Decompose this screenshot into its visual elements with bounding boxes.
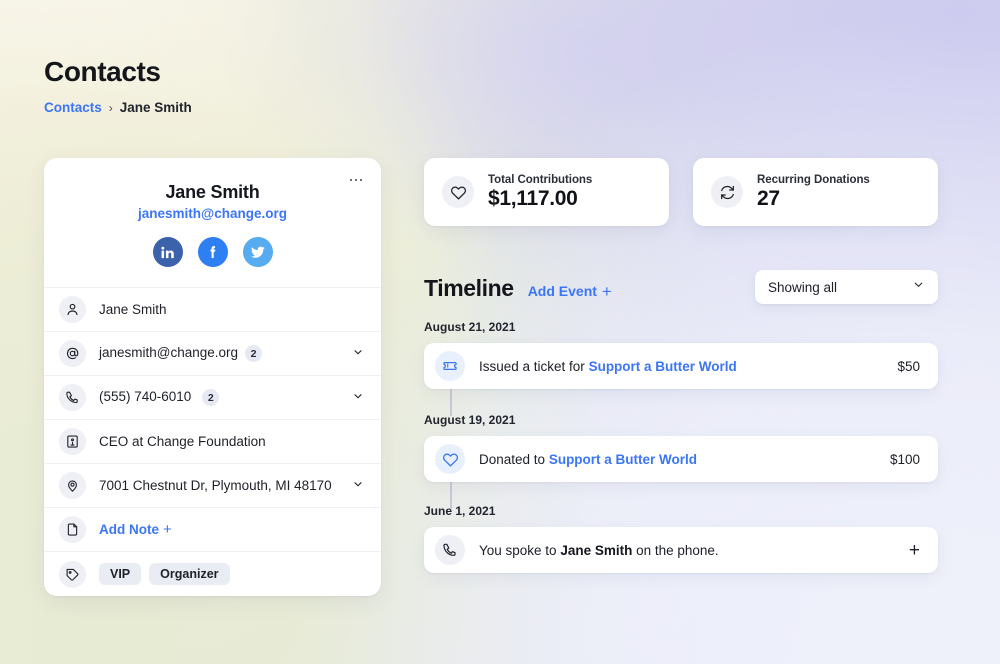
chevron-down-icon[interactable] (352, 389, 364, 407)
email-count-badge: 2 (245, 345, 263, 362)
event-link[interactable]: Support a Butter World (589, 359, 737, 374)
stat-card-total-contributions: Total Contributions $1,117.00 (424, 158, 669, 226)
event-text-before: You spoke to (479, 542, 561, 558)
stat-text-group: Recurring Donations 27 (757, 174, 870, 211)
tag-chip-organizer[interactable]: Organizer (149, 563, 230, 585)
add-event-button[interactable]: Add Event + (528, 283, 612, 300)
expand-event-plus-icon[interactable]: + (909, 541, 920, 560)
contact-row-company[interactable]: CEO at Change Foundation (44, 420, 381, 464)
timeline-event-text: Donated to Support a Butter World (479, 452, 876, 467)
contact-row-email-value: janesmith@change.org 2 (99, 345, 263, 362)
add-note-label: Add Note (99, 522, 159, 537)
stat-value: $1,117.00 (488, 186, 578, 210)
facebook-icon[interactable] (197, 237, 228, 267)
timeline-event-amount: $100 (889, 451, 920, 467)
plus-icon: + (163, 521, 172, 538)
timeline-event-text: You spoke to Jane Smith on the phone. (479, 543, 895, 558)
chevron-down-icon (912, 278, 925, 296)
timeline-date-label: June 1, 2021 (424, 504, 496, 518)
stat-label: Total Contributions (488, 173, 593, 186)
timeline-title: Timeline (424, 275, 514, 301)
plus-icon: + (601, 281, 612, 301)
timeline-event-text: Issued a ticket for Support a Butter Wor… (479, 359, 883, 374)
building-icon (59, 428, 86, 455)
event-text-before: Issued a ticket for (479, 358, 589, 374)
add-event-label: Add Event (527, 283, 597, 299)
timeline-group: August 19, 2021 Donated to Support a But… (424, 413, 938, 509)
stat-label: Recurring Donations (757, 173, 870, 186)
timeline-date-label: August 19, 2021 (424, 413, 516, 427)
timeline-header: Timeline Add Event + (424, 275, 612, 302)
phone-text: (555) 740-6010 (99, 389, 192, 405)
at-sign-icon (59, 340, 86, 367)
tag-icon (59, 560, 86, 588)
contact-row-email[interactable]: janesmith@change.org 2 (44, 332, 381, 376)
tag-chip-list: VIP Organizer (99, 563, 230, 585)
contact-row-phone[interactable]: (555) 740-6010 2 (44, 376, 381, 420)
contact-row-address-value: 7001 Chestnut Dr, Plymouth, MI 48170 (99, 478, 332, 493)
email-text: janesmith@change.org (99, 345, 239, 361)
event-link[interactable]: Support a Butter World (549, 452, 697, 467)
timeline-list: August 21, 2021 Issued a ticket for Supp… (424, 320, 938, 573)
contact-row-name-value: Jane Smith (99, 302, 167, 317)
heart-icon (435, 444, 465, 474)
linkedin-icon[interactable] (152, 237, 183, 267)
timeline-connector-line (450, 481, 452, 509)
contact-row-add-note[interactable]: Add Note + (44, 508, 381, 552)
chevron-down-icon[interactable] (352, 477, 364, 495)
tag-chip-vip[interactable]: VIP (99, 563, 142, 585)
social-links (60, 237, 365, 267)
timeline-event-amount: $50 (897, 358, 920, 374)
timeline-event-donation[interactable]: Donated to Support a Butter World $100 (424, 436, 938, 482)
event-text-after: on the phone. (632, 542, 719, 558)
add-note-button[interactable]: Add Note + (99, 521, 172, 538)
timeline-filter-value: Showing all (768, 279, 838, 295)
page-title: Contacts (44, 56, 161, 87)
phone-count-badge: 2 (202, 389, 220, 406)
contact-row-name[interactable]: Jane Smith (44, 288, 381, 332)
contact-card-header: Jane Smith janesmith@change.org (44, 158, 381, 287)
contact-row-company-value: CEO at Change Foundation (99, 434, 266, 449)
contact-detail-rows: Jane Smith janesmith@change.org 2 (555) … (44, 287, 381, 596)
phone-icon (59, 384, 86, 411)
stat-text-group: Total Contributions $1,117.00 (488, 174, 592, 211)
timeline-date-label: August 21, 2021 (424, 320, 516, 334)
contact-row-phone-value: (555) 740-6010 2 (99, 389, 220, 406)
ticket-icon (435, 351, 465, 381)
refresh-cycle-icon (711, 176, 743, 208)
contact-email-link[interactable]: janesmith@change.org (60, 206, 365, 221)
person-icon (59, 296, 86, 323)
contact-name: Jane Smith (165, 182, 260, 202)
timeline-group: August 21, 2021 Issued a ticket for Supp… (424, 320, 938, 416)
contact-row-tags[interactable]: VIP Organizer (44, 552, 381, 596)
map-pin-icon (59, 472, 86, 499)
heart-icon (442, 176, 474, 208)
stat-card-recurring-donations: Recurring Donations 27 (693, 158, 938, 226)
contact-card: Jane Smith janesmith@change.org Jane Smi… (44, 158, 381, 596)
twitter-icon[interactable] (242, 237, 273, 267)
timeline-event-call[interactable]: You spoke to Jane Smith on the phone. + (424, 527, 938, 573)
stat-value: 27 (757, 186, 780, 210)
phone-icon (435, 535, 465, 565)
page-root: Contacts Contacts › Jane Smith Jane Smit… (0, 0, 1000, 664)
breadcrumb-current: Jane Smith (119, 100, 192, 115)
document-icon (59, 516, 86, 543)
breadcrumb-separator-icon: › (108, 100, 113, 115)
contact-row-address[interactable]: 7001 Chestnut Dr, Plymouth, MI 48170 (44, 464, 381, 508)
breadcrumb-link-contacts[interactable]: Contacts (44, 100, 102, 115)
breadcrumb: Contacts › Jane Smith (44, 100, 192, 115)
event-text-before: Donated to (479, 451, 549, 467)
more-options-icon[interactable] (345, 171, 367, 189)
event-contact-name: Jane Smith (560, 542, 633, 558)
timeline-group: June 1, 2021 You spoke to Jane Smith on … (424, 504, 938, 573)
timeline-filter-select[interactable]: Showing all (755, 270, 938, 304)
timeline-event-ticket[interactable]: Issued a ticket for Support a Butter Wor… (424, 343, 938, 389)
chevron-down-icon[interactable] (352, 345, 364, 363)
timeline-connector-line (450, 388, 452, 416)
